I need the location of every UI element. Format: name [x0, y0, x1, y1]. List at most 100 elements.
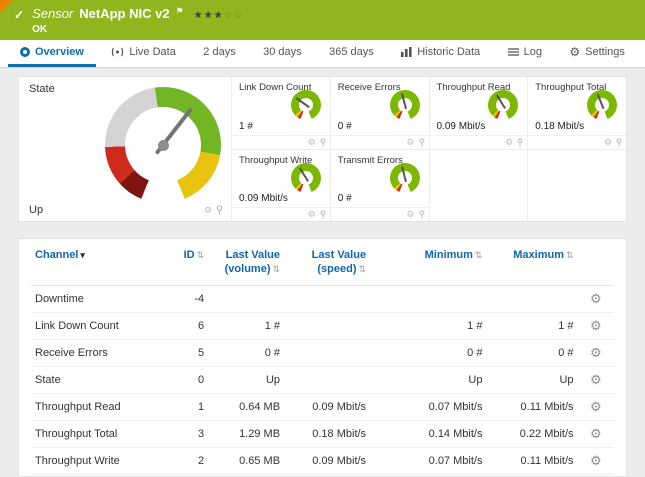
- priority-stars[interactable]: ★★★☆☆: [194, 10, 244, 21]
- channel-name: Receive Errors: [31, 339, 163, 366]
- channel-last-value-volume: 0.64 MB: [208, 393, 284, 420]
- mini-footer-icons: ⚙: [308, 209, 326, 220]
- channel-settings-gear-icon[interactable]: ⚙: [578, 393, 614, 420]
- channel-id: 0: [163, 366, 209, 393]
- channel-id: 5: [163, 339, 209, 366]
- priority-stars-empty: ☆☆: [224, 10, 244, 21]
- channel-settings-gear-icon[interactable]: ⚙: [578, 312, 614, 339]
- channel-settings-gear-icon[interactable]: ⚙: [578, 447, 614, 474]
- mini-panel-receive-errors: Receive Errors 0 # ⚙: [330, 77, 429, 149]
- sensor-name[interactable]: NetApp NIC v2: [79, 6, 169, 21]
- column-header-id[interactable]: ID⇅: [163, 239, 209, 285]
- channel-last-value-speed: 0.18 Mbit/s: [284, 420, 370, 447]
- tab-live-data[interactable]: Live Data: [99, 40, 187, 67]
- channel-settings-gear-icon[interactable]: ⚙: [578, 366, 614, 393]
- channel-settings-gear-icon[interactable]: ⚙: [578, 285, 614, 312]
- state-value: Up: [29, 204, 43, 216]
- mini-footer: ⚙: [331, 207, 429, 221]
- channel-minimum: 0.14 Mbit/s: [370, 420, 486, 447]
- channel-settings-gear-icon[interactable]: ⚙: [578, 420, 614, 447]
- channel-minimum: 1 #: [370, 312, 486, 339]
- mini-gauge: [390, 163, 420, 193]
- pin-icon[interactable]: [320, 210, 326, 219]
- gear-icon[interactable]: ⚙: [308, 209, 316, 220]
- column-header-maximum[interactable]: Maximum⇅: [486, 239, 577, 285]
- gear-icon[interactable]: ⚙: [505, 137, 513, 148]
- gear-icon[interactable]: ⚙: [204, 205, 212, 216]
- mini-gauge-grid: Link Down Count 1 # ⚙ Receive Errors: [231, 77, 626, 221]
- channel-name: Link Down Count: [31, 312, 163, 339]
- channel-name: Throughput Read: [31, 393, 163, 420]
- sensor-title-line: Sensor NetApp NIC v2 ⚑ ★★★☆☆: [32, 6, 243, 21]
- object-kind-label: Sensor: [32, 6, 73, 21]
- gear-icon[interactable]: ⚙: [406, 137, 414, 148]
- live-data-icon: [111, 47, 124, 57]
- mini-footer: ⚙: [430, 135, 528, 149]
- pin-icon[interactable]: [216, 205, 223, 215]
- tab-label: Live Data: [129, 46, 175, 58]
- pin-icon[interactable]: [419, 210, 425, 219]
- state-gauge-hub: [158, 140, 169, 151]
- channel-last-value-volume: Up: [208, 366, 284, 393]
- column-header-minimum[interactable]: Minimum⇅: [370, 239, 486, 285]
- channel-maximum: Up: [486, 366, 577, 393]
- channel-last-value-speed: [284, 339, 370, 366]
- pin-icon[interactable]: [320, 138, 326, 147]
- column-header-last-value-speed[interactable]: Last Value (speed)⇅: [284, 239, 370, 285]
- column-header-actions: [578, 239, 614, 285]
- gear-icon[interactable]: ⚙: [604, 137, 612, 148]
- pin-icon[interactable]: [616, 138, 622, 147]
- tab-historic-data[interactable]: Historic Data: [389, 40, 492, 67]
- table-row: Receive Errors 5 0 # 0 # 0 # ⚙: [31, 339, 614, 366]
- mini-footer-icons: ⚙: [406, 209, 424, 220]
- mini-footer-icons: ⚙: [505, 137, 523, 148]
- channel-maximum: 0 #: [486, 339, 577, 366]
- tab-label: Settings: [585, 46, 625, 58]
- channel-name: Throughput Write: [31, 447, 163, 474]
- mini-panel-throughput-write: Throughput Write 0.09 Mbit/s ⚙: [231, 149, 330, 221]
- column-header-channel[interactable]: Channel▾: [31, 239, 163, 285]
- channel-last-value-volume: 1 #: [208, 312, 284, 339]
- tab-settings[interactable]: ⚙ Settings: [557, 40, 637, 67]
- mini-panel-throughput-total: Throughput Total 0.18 Mbit/s ⚙: [527, 77, 626, 149]
- mini-footer: ⚙: [232, 135, 330, 149]
- flag-icon: ⚑: [176, 6, 184, 17]
- table-header-row: Channel▾ ID⇅ Last Value (volume)⇅ Last V…: [31, 239, 614, 285]
- channel-last-value-volume: 1.29 MB: [208, 420, 284, 447]
- pin-icon[interactable]: [419, 138, 425, 147]
- channel-last-value-speed: 0.09 Mbit/s: [284, 447, 370, 474]
- tab-overview[interactable]: Overview: [8, 40, 96, 67]
- settings-gear-icon: ⚙: [569, 46, 580, 58]
- mini-panel-empty: [429, 149, 528, 221]
- pin-icon[interactable]: [517, 138, 523, 147]
- table-row: Throughput Read 1 0.64 MB 0.09 Mbit/s 0.…: [31, 393, 614, 420]
- channel-last-value-volume: [208, 285, 284, 312]
- gear-icon[interactable]: ⚙: [406, 209, 414, 220]
- tab-log[interactable]: Log: [496, 40, 554, 67]
- column-header-last-value-volume[interactable]: Last Value (volume)⇅: [208, 239, 284, 285]
- tab-365-days[interactable]: 365 days: [317, 40, 386, 67]
- sensor-tab-bar: Overview Live Data 2 days 30 days 365 da…: [0, 40, 645, 68]
- tab-label: Overview: [35, 46, 84, 58]
- channel-last-value-speed: [284, 312, 370, 339]
- sort-icon: ⇅: [359, 264, 367, 274]
- channel-maximum: 0.22 Mbit/s: [486, 420, 577, 447]
- tab-label: Log: [524, 46, 542, 58]
- channel-name: Downtime: [31, 285, 163, 312]
- mini-value: 0 #: [338, 193, 352, 204]
- channel-last-value-speed: 0.09 Mbit/s: [284, 393, 370, 420]
- gear-icon[interactable]: ⚙: [308, 137, 316, 148]
- mini-gauge: [587, 90, 617, 120]
- priority-stars-filled: ★★★: [194, 10, 224, 21]
- mini-value: 0.09 Mbit/s: [437, 121, 486, 132]
- channel-maximum: 0.11 Mbit/s: [486, 393, 577, 420]
- channel-last-value-speed: [284, 285, 370, 312]
- channel-settings-gear-icon[interactable]: ⚙: [578, 339, 614, 366]
- channel-name: State: [31, 366, 163, 393]
- tab-2-days[interactable]: 2 days: [191, 40, 247, 67]
- mini-panel-transmit-errors: Transmit Errors 0 # ⚙: [330, 149, 429, 221]
- channel-id: 1: [163, 393, 209, 420]
- channel-last-value-volume: 0 #: [208, 339, 284, 366]
- tab-30-days[interactable]: 30 days: [251, 40, 314, 67]
- channel-id: 3: [163, 420, 209, 447]
